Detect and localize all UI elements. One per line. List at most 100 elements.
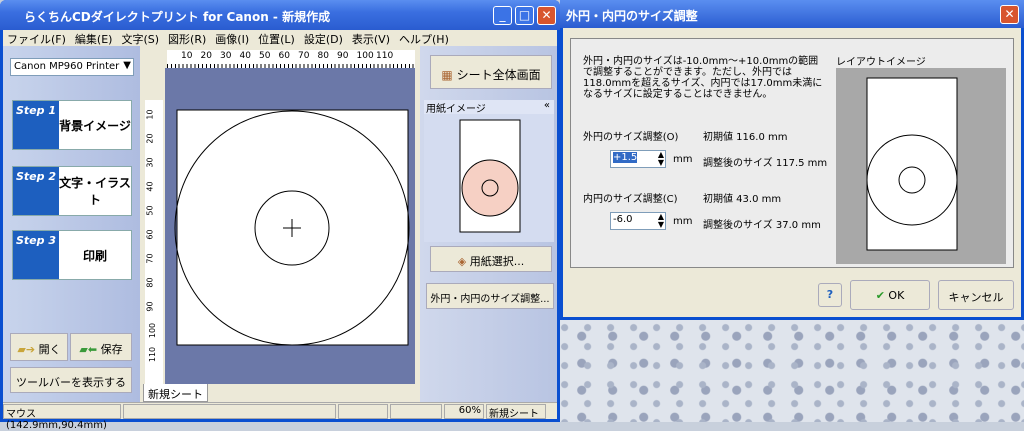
ok-button[interactable]: ✔ OK [850, 280, 930, 310]
window-title: らくちんCDダイレクトプリント for Canon - 新規作成 [24, 10, 331, 24]
menu-position[interactable]: 位置(L) [258, 33, 295, 46]
menu-shape[interactable]: 図形(R) [168, 33, 206, 46]
ruler-tick-label: 30 [220, 51, 232, 61]
menu-file[interactable]: ファイル(F) [7, 33, 66, 46]
paper-select-button[interactable]: ◈ 用紙選択... [430, 246, 552, 272]
dialog-title-bar: 外円・内円のサイズ調整 [560, 0, 1024, 28]
ruler-tick-label: 100 [356, 51, 374, 61]
sheet-name: 新規シート [486, 404, 546, 420]
inner-size-spinner[interactable]: -6.0 ▲ ▼ [610, 212, 666, 230]
ruler-tick-label: 60 [278, 51, 290, 61]
unit-label: mm [673, 154, 693, 165]
mouse-position: マウス(142.9mm,90.4mm) [3, 404, 121, 431]
print-icon: Step 3 [13, 231, 59, 279]
unit-label: mm [673, 216, 693, 227]
ruler-tick-label: 110 [148, 346, 158, 363]
save-button[interactable]: ▰⬅ 保存 [70, 333, 132, 361]
menu-edit[interactable]: 編集(E) [75, 33, 113, 46]
save-label: 保存 [100, 343, 123, 356]
status-pane [123, 404, 336, 419]
ruler-tick-label: 100 [148, 322, 158, 339]
inner-value: -6.0 [613, 214, 633, 225]
folder-open-icon: ▰➔ [17, 343, 36, 356]
step-tag: Step 1 [16, 104, 56, 117]
collapse-icon[interactable]: « [544, 100, 550, 111]
outer-initial: 初期値 116.0 mm [703, 132, 788, 143]
menu-image[interactable]: 画像(I) [215, 33, 249, 46]
ruler-tick-label: 50 [259, 51, 271, 61]
step2-button[interactable]: Step 2 文字・イラスト [12, 166, 132, 216]
ruler-tick-label: 70 [145, 253, 155, 264]
step-tag: Step 2 [16, 170, 56, 183]
layout-image-label: レイアウトイメージ [836, 57, 926, 68]
sheet-full-view-button[interactable]: ▦ シート全体画面 [430, 55, 552, 89]
step-label: 文字・イラスト [59, 176, 131, 207]
spin-arrows-icon[interactable]: ▲ ▼ [658, 151, 664, 167]
ruler-tick-label: 10 [145, 109, 155, 120]
menu-view[interactable]: 表示(V) [352, 33, 390, 46]
inner-label: 内円のサイズ調整(C) [583, 194, 678, 205]
ruler-tick-label: 40 [239, 51, 251, 61]
minimize-button[interactable]: _ [493, 6, 512, 25]
outer-label: 外円のサイズ調整(O) [583, 132, 679, 143]
vertical-ruler: 10 20 30 40 50 60 70 80 90 100 110 [143, 70, 165, 384]
menu-text[interactable]: 文字(S) [121, 33, 159, 46]
ruler-tick-label: 10 [181, 51, 193, 61]
ruler-tick-label: 30 [145, 157, 155, 168]
ruler-tick-label: 90 [145, 301, 155, 312]
help-icon: ? [826, 288, 834, 301]
ruler-tick-label: 60 [145, 229, 155, 240]
ruler-tick-label: 40 [145, 181, 155, 192]
status-bar: マウス(142.9mm,90.4mm) 60% 新規シート [3, 402, 557, 431]
step1-button[interactable]: Step 1 背景イメージ [12, 100, 132, 150]
paper-image-header: 用紙イメージ « [424, 100, 554, 115]
help-button[interactable]: ? [818, 283, 842, 307]
checkmark-icon: ✔ [875, 289, 885, 302]
printer-select[interactable]: Canon MP960 Printer ▼ [10, 58, 134, 76]
horizontal-ruler: 10 20 30 40 50 60 70 80 90 100 110 [143, 50, 415, 70]
open-button[interactable]: ▰➔ 開く [10, 333, 68, 361]
menu-help[interactable]: ヘルプ(H) [399, 33, 449, 46]
tab-sheet1[interactable]: 新規シート1 [143, 384, 208, 415]
main-window: らくちんCDダイレクトプリント for Canon - 新規作成 _ □ ✕ フ… [0, 0, 560, 431]
paper-select-label: 用紙選択... [469, 255, 525, 268]
ruler-tick-label: 50 [145, 205, 155, 216]
step3-button[interactable]: Step 3 印刷 [12, 230, 132, 280]
dialog-close-button[interactable]: ✕ [1000, 5, 1019, 24]
zoom-level: 60% [444, 404, 484, 419]
inner-after: 調整後のサイズ 37.0 mm [703, 220, 821, 231]
outer-after: 調整後のサイズ 117.5 mm [703, 158, 828, 169]
ruler-tick-label: 80 [145, 277, 155, 288]
step-tag: Step 3 [16, 234, 56, 247]
open-label: 開く [38, 343, 61, 356]
folder-save-icon: ▰⬅ [79, 343, 98, 356]
status-pane [338, 404, 388, 419]
text-illust-icon: Step 2 [13, 167, 59, 215]
close-button[interactable]: ✕ [537, 6, 556, 25]
printer-value: Canon MP960 Printer [14, 61, 120, 72]
paper-thumbnail [459, 119, 521, 233]
desktop-background [560, 320, 1024, 422]
toolbar-toggle-button[interactable]: ツールバーを表示する [10, 367, 132, 393]
canvas-area[interactable] [165, 68, 415, 384]
spin-arrows-icon[interactable]: ▲ ▼ [658, 213, 664, 229]
cancel-button[interactable]: キャンセル [938, 280, 1014, 310]
ruler-tick-label: 80 [317, 51, 329, 61]
maximize-button[interactable]: □ [515, 6, 534, 25]
ruler-tick-label: 90 [337, 51, 349, 61]
step-label: 背景イメージ [59, 118, 131, 133]
dialog-title: 外円・内円のサイズ調整 [566, 9, 698, 23]
background-icon: Step 1 [13, 101, 59, 149]
status-pane [390, 404, 442, 419]
cd-label-preview [174, 109, 410, 346]
ruler-tick-label: 110 [376, 51, 394, 61]
inner-initial: 初期値 43.0 mm [703, 194, 782, 205]
main-title-bar: らくちんCDダイレクトプリント for Canon - 新規作成 [0, 0, 560, 30]
menu-settings[interactable]: 設定(D) [304, 33, 343, 46]
outer-value: +1.5 [613, 152, 638, 163]
paper-icon: ◈ [457, 255, 467, 268]
size-adjust-button[interactable]: 外円・内円のサイズ調整... [426, 283, 554, 309]
ruler-tick-label: 20 [145, 133, 155, 144]
dialog-description: 外円・内円のサイズは-10.0mm～+10.0mmの範囲で調整することができます… [583, 56, 823, 100]
outer-size-spinner[interactable]: +1.5 ▲ ▼ [610, 150, 666, 168]
